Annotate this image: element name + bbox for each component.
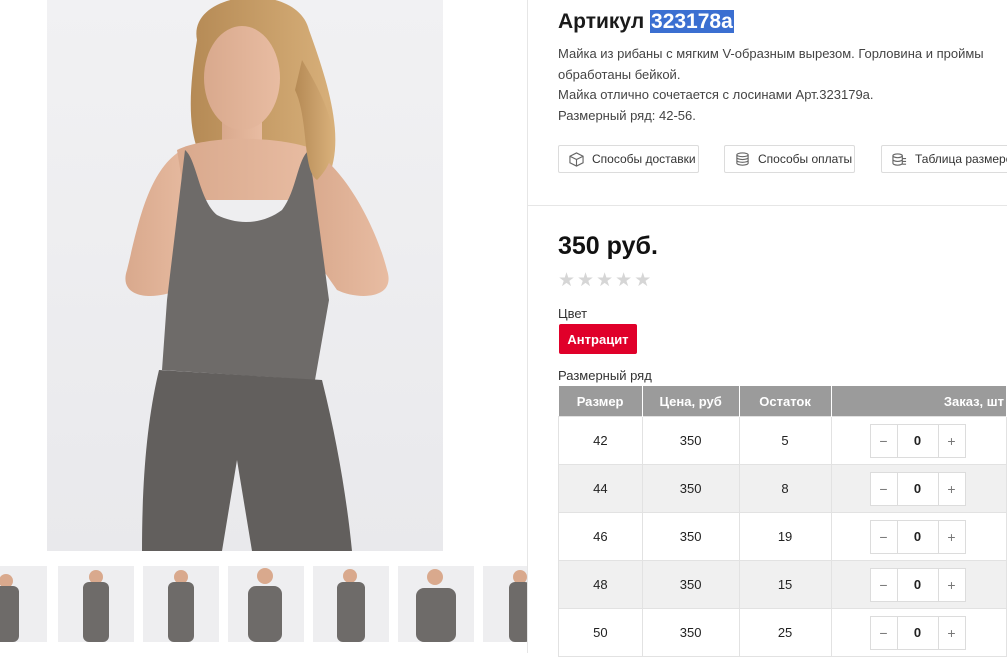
size-range-label: Размерный ряд [558,368,652,383]
cell-size: 48 [558,560,643,609]
description-line: Майка из рибаны с мягким V-образным выре… [558,46,984,61]
delivery-methods-button[interactable]: Способы доставки [558,145,699,173]
cell-order: − 0 + [830,560,1007,609]
cell-order: − 0 + [830,608,1007,657]
table-header-row: Размер Цена, руб Остаток Заказ, шт [558,386,1007,417]
payment-methods-button[interactable]: Способы оплаты [724,145,855,173]
cell-stock: 19 [738,512,832,561]
cell-order: − 0 + [830,464,1007,513]
size-table-label: Таблица размеров [915,152,1007,166]
description-line: Майка отлично сочетается с лосинами Арт.… [558,87,874,102]
cell-price: 350 [641,416,740,465]
cell-size: 46 [558,512,643,561]
thumbnail-image [83,570,109,642]
column-divider [527,0,528,653]
header-stock: Остаток [739,386,832,417]
quantity-input[interactable]: 0 [897,471,938,506]
cell-order: − 0 + [830,512,1007,561]
cell-stock: 8 [738,464,832,513]
star-icon[interactable]: ★ [558,270,575,292]
cell-price: 350 [641,608,740,657]
increment-button[interactable]: + [937,567,966,602]
thumbnail-image [337,569,365,642]
color-label: Цвет [558,306,588,321]
header-size: Размер [558,386,643,417]
cell-size: 44 [558,464,643,513]
star-icon[interactable]: ★ [615,270,632,292]
table-row: 48 350 15 − 0 + [558,560,1007,609]
quantity-stepper: − 0 + [869,519,1006,554]
thumbnail-5[interactable] [313,566,389,642]
cell-order: − 0 + [830,416,1007,465]
star-icon[interactable]: ★ [577,270,594,292]
star-icon[interactable]: ★ [634,270,651,292]
cell-price: 350 [641,512,740,561]
table-row: 50 350 25 − 0 + [558,608,1007,657]
header-order: Заказ, шт [831,386,1007,417]
thumbnail-image [509,570,528,642]
product-price: 350 руб. [558,232,658,260]
delivery-methods-label: Способы доставки [592,152,696,166]
size-table-button[interactable]: Таблица размеров [881,145,1007,173]
thumbnail-2[interactable] [58,566,134,642]
thumbnail-7[interactable] [483,566,528,642]
size-order-table: Размер Цена, руб Остаток Заказ, шт 42 35… [558,386,1007,657]
star-icon[interactable]: ★ [596,270,613,292]
thumbnail-image [0,574,19,642]
header-price: Цена, руб [642,386,740,417]
cell-stock: 25 [738,608,832,657]
product-description: Майка из рибаны с мягким V-образным выре… [558,44,1003,126]
quantity-stepper: − 0 + [869,567,1006,602]
cell-price: 350 [641,560,740,609]
thumbnail-image [416,569,456,642]
description-line: обработаны бейкой. [558,66,681,82]
rating-stars[interactable]: ★ ★ ★ ★ ★ [558,270,651,292]
table-row: 46 350 19 − 0 + [558,512,1007,561]
decrement-button[interactable]: − [869,615,898,650]
cell-price: 350 [641,464,740,513]
quantity-stepper: − 0 + [869,471,1006,506]
quantity-input[interactable]: 0 [897,567,938,602]
decrement-button[interactable]: − [869,471,898,506]
box-icon [569,151,584,167]
cell-size: 42 [558,416,643,465]
quantity-stepper: − 0 + [869,615,1006,650]
increment-button[interactable]: + [937,519,966,554]
quantity-input[interactable]: 0 [897,519,938,554]
product-title: Артикул 323178а [558,10,734,34]
cell-size: 50 [558,608,643,657]
decrement-button[interactable]: − [869,423,898,458]
table-row: 44 350 8 − 0 + [558,464,1007,513]
model-photo-illustration [125,0,389,551]
increment-button[interactable]: + [937,423,966,458]
cell-stock: 15 [738,560,832,609]
thumbnail-strip [0,566,528,642]
thumbnail-6[interactable] [398,566,474,642]
section-divider [528,205,1007,206]
thumbnail-4[interactable] [228,566,304,642]
thumbnail-1[interactable] [0,566,47,642]
cell-stock: 5 [738,416,832,465]
quantity-input[interactable]: 0 [897,423,938,458]
color-option-selected[interactable]: Антрацит [559,324,637,354]
product-sku[interactable]: 323178а [650,10,734,33]
decrement-button[interactable]: − [869,519,898,554]
quantity-input[interactable]: 0 [897,615,938,650]
size-table-icon [892,152,907,166]
increment-button[interactable]: + [937,615,966,650]
table-row: 42 350 5 − 0 + [558,416,1007,465]
thumbnail-3[interactable] [143,566,219,642]
coins-icon [736,151,749,166]
decrement-button[interactable]: − [869,567,898,602]
payment-methods-label: Способы оплаты [758,152,853,166]
title-prefix: Артикул [558,10,645,33]
thumbnail-image [168,570,194,642]
main-product-photo[interactable] [47,0,443,551]
increment-button[interactable]: + [937,471,966,506]
description-line: Размерный ряд: 42-56. [558,107,696,123]
quantity-stepper: − 0 + [869,423,1006,458]
thumbnail-image [248,568,282,642]
